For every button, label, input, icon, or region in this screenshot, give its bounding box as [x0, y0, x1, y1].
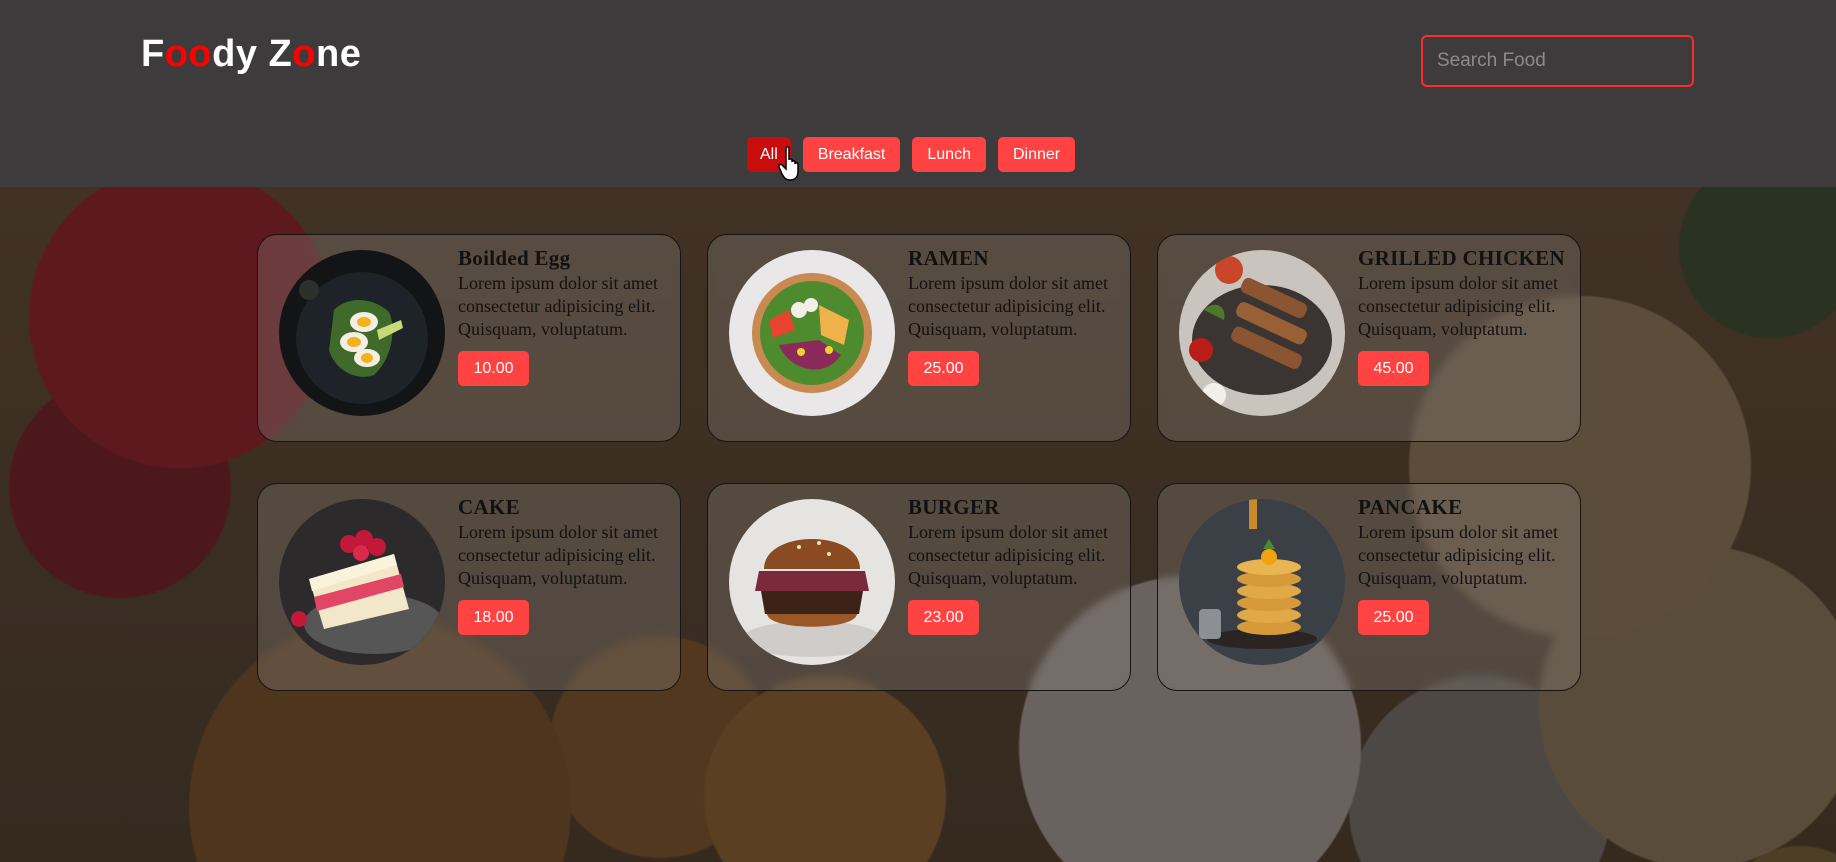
food-title: RAMEN [908, 246, 989, 270]
logo-part: oo [164, 33, 213, 75]
cake-image [279, 499, 445, 665]
food-info: GRILLED CHICKEN Lorem ipsum dolor sit am… [1358, 245, 1568, 386]
food-card: Boilded Egg Lorem ipsum dolor sit amet c… [257, 234, 681, 442]
hand-cursor-icon [778, 146, 799, 181]
food-info: RAMEN Lorem ipsum dolor sit amet consect… [908, 245, 1118, 386]
food-info: PANCAKE Lorem ipsum dolor sit amet conse… [1358, 494, 1568, 635]
grilled-chicken-image [1179, 250, 1345, 416]
ramen-bowl-image [729, 250, 895, 416]
food-background-image: Boilded Egg Lorem ipsum dolor sit amet c… [0, 187, 1836, 862]
logo-part: F [141, 33, 165, 75]
food-title: BURGER [908, 495, 1000, 519]
price-button[interactable]: 10.00 [458, 351, 529, 386]
food-description: Lorem ipsum dolor sit amet consectetur a… [458, 522, 658, 588]
food-title: PANCAKE [1358, 495, 1463, 519]
app-logo: Foody Zone [141, 33, 361, 76]
price-button[interactable]: 25.00 [1358, 600, 1429, 635]
logo-part: o [292, 33, 316, 75]
food-title: CAKE [458, 495, 520, 519]
food-title: Boilded Egg [458, 246, 571, 270]
food-info: BURGER Lorem ipsum dolor sit amet consec… [908, 494, 1118, 635]
price-button[interactable]: 45.00 [1358, 351, 1429, 386]
boiled-egg-image [279, 250, 445, 416]
food-description: Lorem ipsum dolor sit amet consectetur a… [458, 273, 658, 339]
food-description: Lorem ipsum dolor sit amet consectetur a… [1358, 522, 1558, 588]
food-card: CAKE Lorem ipsum dolor sit amet consecte… [257, 483, 681, 691]
food-card: BURGER Lorem ipsum dolor sit amet consec… [707, 483, 1131, 691]
food-card: PANCAKE Lorem ipsum dolor sit amet conse… [1157, 483, 1581, 691]
search-input[interactable] [1421, 35, 1694, 87]
food-description: Lorem ipsum dolor sit amet consectetur a… [908, 273, 1108, 339]
filter-dinner-button[interactable]: Dinner [997, 137, 1076, 172]
filter-lunch-button[interactable]: Lunch [912, 137, 986, 172]
food-info: Boilded Egg Lorem ipsum dolor sit amet c… [458, 245, 668, 386]
price-button[interactable]: 18.00 [458, 600, 529, 635]
pancake-image [1179, 499, 1345, 665]
food-card: GRILLED CHICKEN Lorem ipsum dolor sit am… [1157, 234, 1581, 442]
top-header: Foody Zone All Breakfast Lunch Dinner [0, 0, 1836, 187]
logo-part: ne [316, 33, 362, 75]
food-title: GRILLED CHICKEN [1358, 246, 1565, 270]
price-button[interactable]: 25.00 [908, 351, 979, 386]
price-button[interactable]: 23.00 [908, 600, 979, 635]
food-info: CAKE Lorem ipsum dolor sit amet consecte… [458, 494, 668, 635]
food-description: Lorem ipsum dolor sit amet consectetur a… [1358, 273, 1558, 339]
filter-breakfast-button[interactable]: Breakfast [802, 137, 901, 172]
food-card: RAMEN Lorem ipsum dolor sit amet consect… [707, 234, 1131, 442]
logo-part: dy Z [212, 33, 293, 75]
food-description: Lorem ipsum dolor sit amet consectetur a… [908, 522, 1108, 588]
burger-image [729, 499, 895, 665]
